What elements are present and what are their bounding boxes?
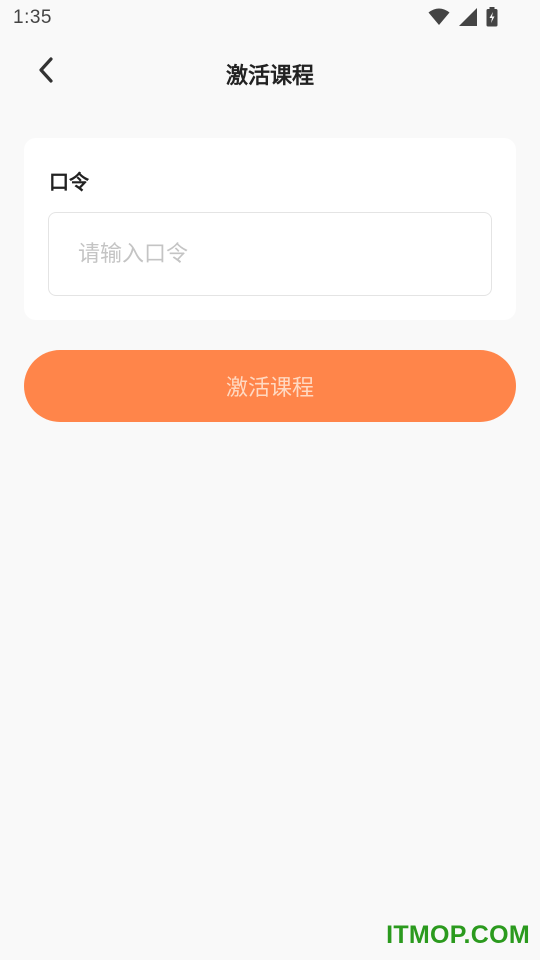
page-title: 激活课程: [225, 64, 314, 89]
signal-icon: [458, 8, 478, 26]
app-bar: 激活课程: [0, 48, 540, 98]
status-bar: 1:35: [0, 0, 540, 36]
status-icons: [428, 7, 498, 27]
code-card: 口令: [24, 138, 516, 320]
activate-course-button[interactable]: 激活课程: [24, 350, 516, 422]
watermark-logo: ITMOP.COM: [386, 921, 530, 949]
code-label: 口令: [49, 170, 89, 194]
code-input[interactable]: [48, 212, 492, 296]
wifi-icon: [428, 8, 450, 26]
status-time: 1:35: [13, 7, 52, 28]
battery-charging-icon: [486, 7, 498, 27]
